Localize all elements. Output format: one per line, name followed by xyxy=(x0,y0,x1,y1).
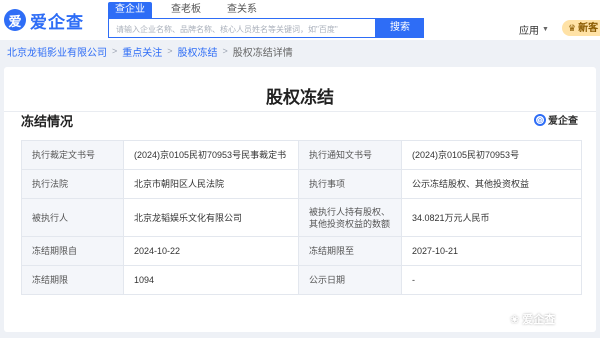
row-value: 1094 xyxy=(123,265,299,295)
card-watermark-logo: ◎ 爱企查 xyxy=(534,112,578,127)
table-row: 冻结期限自 2024-10-22 冻结期限至 2027-10-21 xyxy=(21,236,582,266)
crown-icon: ♛ xyxy=(568,23,577,33)
search-button[interactable]: 搜索 xyxy=(376,18,424,38)
tab-search-company[interactable]: 查企业 xyxy=(108,2,152,18)
row-label: 被执行人 xyxy=(21,198,124,237)
apps-menu[interactable]: 应用 ▼ xyxy=(519,22,549,37)
table-row: 被执行人 北京龙韬娱乐文化有限公司 被执行人持有股权、其他投资权益的数额 34.… xyxy=(21,198,582,237)
footer-watermark: ❀ 爱企查 xyxy=(510,311,555,327)
row-value: 公示冻结股权、其他投资权益 xyxy=(401,169,582,199)
tab-search-boss[interactable]: 查老板 xyxy=(164,2,208,18)
row-label: 执行裁定文书号 xyxy=(21,140,124,170)
row-label: 冻结期限至 xyxy=(298,236,402,266)
breadcrumb-key-focus[interactable]: 重点关注 xyxy=(122,44,162,59)
row-label: 执行通知文书号 xyxy=(298,140,402,170)
logo-mark-icon: 爱 xyxy=(4,9,26,31)
row-label: 被执行人持有股权、其他投资权益的数额 xyxy=(298,198,402,237)
chevron-down-icon: ▼ xyxy=(542,26,549,33)
chevron-right-icon: > xyxy=(167,46,173,56)
breadcrumb: 北京龙韬影业有限公司 > 重点关注 > 股权冻结 > 股权冻结详情 xyxy=(7,44,293,59)
breadcrumb-current: 股权冻结详情 xyxy=(232,47,293,59)
chevron-right-icon: > xyxy=(112,46,118,56)
row-value: 北京龙韬娱乐文化有限公司 xyxy=(123,198,299,237)
search-box xyxy=(108,18,376,39)
row-label: 冻结期限 xyxy=(21,265,124,295)
logo-text: 爱企查 xyxy=(30,12,84,32)
logo-mark-icon: ◎ xyxy=(534,113,546,126)
row-value: - xyxy=(401,265,582,295)
freeze-info-table: 执行裁定文书号 (2024)京0105民初70953号民事裁定书 执行通知文书号… xyxy=(21,140,582,295)
detail-card: 股权冻结 冻结情况 ◎ 爱企查 执行裁定文书号 (2024)京0105民初709… xyxy=(4,67,596,332)
new-customer-badge[interactable]: ♛ 新客 xyxy=(562,20,600,36)
row-label: 冻结期限自 xyxy=(21,236,124,266)
row-value: 34.0821万元人民币 xyxy=(401,198,582,237)
table-row: 冻结期限 1094 公示日期 - xyxy=(21,265,582,295)
row-label: 公示日期 xyxy=(298,265,402,295)
search-type-tabs: 查企业 查老板 查关系 xyxy=(108,2,276,18)
section-title: 冻结情况 xyxy=(21,114,74,129)
table-row: 执行法院 北京市朝阳区人民法院 执行事项 公示冻结股权、其他投资权益 xyxy=(21,169,582,199)
footer-watermark-text: 爱企查 xyxy=(522,314,556,326)
chevron-right-icon: > xyxy=(222,46,228,56)
apps-label: 应用 xyxy=(519,26,539,37)
breadcrumb-equity-freeze[interactable]: 股权冻结 xyxy=(178,44,218,59)
top-bar: 爱 爱企查 查企业 查老板 查关系 搜索 应用 ▼ ♛新客 xyxy=(0,0,600,40)
breadcrumb-company[interactable]: 北京龙韬影业有限公司 xyxy=(7,44,107,59)
row-value: (2024)京0105民初70953号 xyxy=(401,140,582,170)
divider xyxy=(4,111,596,112)
row-value: 北京市朝阳区人民法院 xyxy=(123,169,299,199)
row-value: (2024)京0105民初70953号民事裁定书 xyxy=(123,140,299,170)
row-label: 执行法院 xyxy=(21,169,124,199)
card-watermark-text: 爱企查 xyxy=(548,116,578,127)
search-input[interactable] xyxy=(109,20,375,39)
logo[interactable]: 爱 爱企查 xyxy=(4,8,84,32)
row-value: 2027-10-21 xyxy=(401,236,582,266)
tab-search-relation[interactable]: 查关系 xyxy=(220,2,264,18)
table-row: 执行裁定文书号 (2024)京0105民初70953号民事裁定书 执行通知文书号… xyxy=(21,140,582,170)
paw-icon: ❀ xyxy=(510,313,520,326)
row-value: 2024-10-22 xyxy=(123,236,299,266)
new-badge-label: 新客 xyxy=(578,23,599,34)
row-label: 执行事项 xyxy=(298,169,402,199)
page-title: 股权冻结 xyxy=(266,88,334,107)
